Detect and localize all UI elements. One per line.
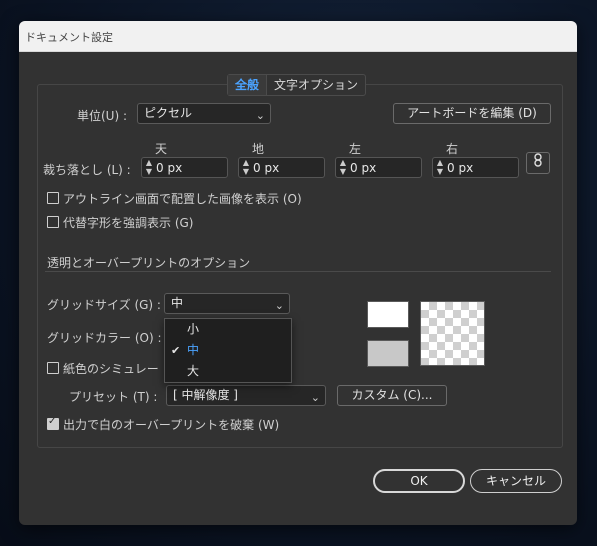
- units-value: ピクセル: [144, 106, 193, 120]
- bleed-bottom-heading: 地: [252, 142, 265, 156]
- grid-size-label: グリッドサイズ (G) :: [47, 298, 161, 312]
- checkmark-icon: ✔: [171, 344, 181, 357]
- dialog-titlebar[interactable]: ドキュメント設定: [19, 21, 577, 52]
- bleed-bottom-field[interactable]: ▲ ▼: [238, 157, 325, 178]
- cancel-button[interactable]: キャンセル: [470, 469, 562, 493]
- edit-artboards-button[interactable]: アートボードを編集 (D): [393, 103, 551, 124]
- bleed-bottom-input[interactable]: [253, 159, 319, 176]
- bleed-top-field[interactable]: ▲ ▼: [141, 157, 228, 178]
- option-label: 中: [187, 343, 200, 357]
- grid-color-swatch-white[interactable]: [367, 301, 409, 328]
- stepper-arrows-icon[interactable]: ▲ ▼: [337, 158, 349, 177]
- tab-general[interactable]: 全般: [228, 75, 268, 95]
- tab-type-options[interactable]: 文字オプション: [267, 75, 365, 95]
- bleed-right-heading: 右: [446, 142, 459, 156]
- highlight-glyphs-checkbox[interactable]: [47, 216, 59, 228]
- custom-button[interactable]: カスタム (C)...: [337, 385, 447, 406]
- bleed-left-field[interactable]: ▲ ▼: [335, 157, 422, 178]
- grid-color-swatch-gray[interactable]: [367, 340, 409, 367]
- bleed-right-input[interactable]: [447, 159, 513, 176]
- grid-size-value: 中: [171, 296, 184, 310]
- outline-images-checkbox[interactable]: [47, 192, 59, 204]
- chevron-down-icon: ⌄: [310, 391, 320, 404]
- ok-button[interactable]: OK: [373, 469, 465, 493]
- bleed-top-input[interactable]: [156, 159, 222, 176]
- outline-images-label: アウトライン画面で配置した画像を表示 (O): [63, 192, 302, 206]
- stepper-arrows-icon[interactable]: ▲ ▼: [434, 158, 446, 177]
- dropdown-option-medium[interactable]: ✔ 中: [165, 340, 289, 361]
- grid-color-label: グリッドカラー (O) :: [47, 331, 162, 345]
- dialog-title: ドキュメント設定: [25, 31, 113, 44]
- paper-sim-label: 紙色のシミュレー: [63, 362, 159, 376]
- option-label: 小: [187, 322, 200, 336]
- chevron-down-icon: ⌄: [274, 299, 284, 312]
- transparency-grid-preview: [420, 301, 485, 366]
- dropdown-option-large[interactable]: 大: [165, 361, 289, 382]
- section-divider: [45, 271, 551, 272]
- document-setup-dialog: ドキュメント設定 全般 文字オプション 単位(U) : ピクセル ⌄ アートボー…: [19, 21, 577, 525]
- preset-label: プリセット (T) :: [69, 390, 158, 404]
- units-select[interactable]: ピクセル ⌄: [137, 103, 271, 124]
- chain-link-svg: [534, 153, 542, 167]
- dropdown-option-small[interactable]: 小: [165, 319, 289, 340]
- bleed-label: 裁ち落とし (L) :: [43, 163, 131, 177]
- chevron-down-icon: ⌄: [255, 109, 265, 122]
- bleed-top-heading: 天: [155, 142, 168, 156]
- tab-bar: 全般 文字オプション: [227, 74, 367, 96]
- bleed-right-field[interactable]: ▲ ▼: [432, 157, 519, 178]
- highlight-glyphs-label: 代替字形を強調表示 (G): [63, 216, 194, 230]
- section-title: 透明とオーバープリントのオプション: [47, 256, 251, 270]
- paper-sim-checkbox[interactable]: [47, 362, 59, 374]
- chain-link-icon[interactable]: [526, 152, 550, 174]
- stepper-arrows-icon[interactable]: ▲ ▼: [240, 158, 252, 177]
- grid-size-select[interactable]: 中 ⌄: [164, 293, 290, 314]
- bleed-left-heading: 左: [349, 142, 362, 156]
- bleed-left-input[interactable]: [350, 159, 416, 176]
- grid-size-dropdown: 小 ✔ 中 大: [164, 318, 292, 383]
- preset-value: [ 中解像度 ]: [173, 388, 238, 402]
- discard-white-label: 出力で白のオーバープリントを破棄 (W): [63, 418, 280, 432]
- preset-select[interactable]: [ 中解像度 ] ⌄: [166, 385, 326, 406]
- discard-white-checkbox[interactable]: [47, 416, 59, 430]
- option-label: 大: [187, 364, 200, 378]
- stepper-arrows-icon[interactable]: ▲ ▼: [143, 158, 155, 177]
- units-label: 単位(U) :: [77, 109, 128, 123]
